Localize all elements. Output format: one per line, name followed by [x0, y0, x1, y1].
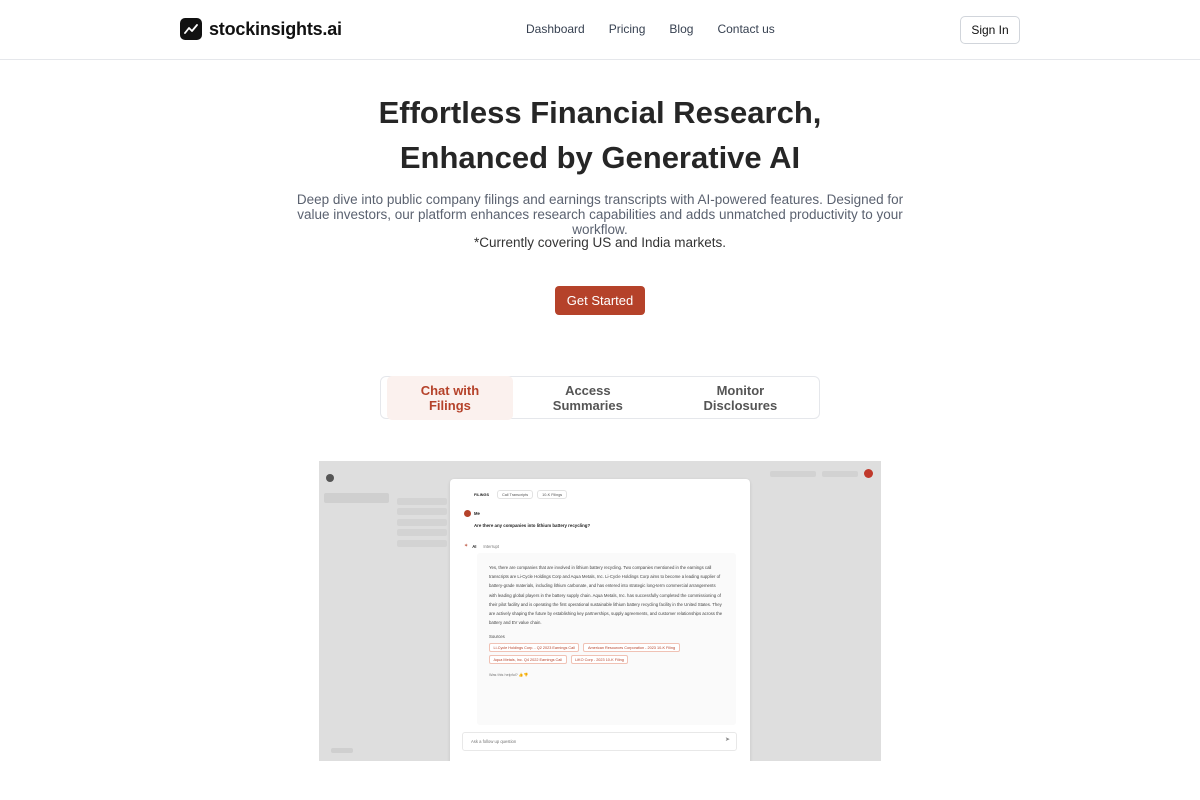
- tab-access-summaries[interactable]: Access Summaries: [518, 376, 658, 420]
- sign-in-button[interactable]: Sign In: [960, 16, 1020, 44]
- hero-subtitle: Deep dive into public company filings an…: [296, 192, 904, 237]
- source-chip[interactable]: Aqua Metals, Inc. Q4 2022 Earnings Call: [489, 655, 567, 665]
- markets-note: *Currently covering US and India markets…: [473, 235, 727, 250]
- ai-label: AI: [472, 543, 477, 549]
- chat-card: FILINGS Call Transcripts 10-K Filings Me…: [450, 479, 750, 761]
- ai-answer: Yes, there are companies that are involv…: [477, 553, 736, 725]
- nav-contact[interactable]: Contact us: [717, 22, 774, 36]
- product-preview: FILINGS Call Transcripts 10-K Filings Me…: [319, 461, 881, 761]
- user-question: Are there any companies into lithium bat…: [474, 523, 591, 528]
- thumbs-down-icon[interactable]: 👎: [524, 673, 529, 677]
- feature-tabs: Chat with Filings Access Summaries Monit…: [380, 375, 820, 420]
- preview-list-item: [397, 529, 447, 536]
- chat-card-tabs: FILINGS Call Transcripts 10-K Filings: [470, 490, 568, 499]
- hero-title-line2: Enhanced by Generative AI: [399, 140, 801, 175]
- sparkle-icon: ✶: [464, 543, 469, 549]
- preview-topbar: [770, 469, 873, 478]
- source-chips: Li-Cycle Holdings Corp. - Q2 2023 Earnin…: [489, 643, 729, 665]
- nav-blog[interactable]: Blog: [669, 22, 693, 36]
- user-label: Me: [474, 511, 480, 516]
- preview-sidebar-item: [324, 524, 389, 534]
- chart-trend-icon: [180, 18, 202, 40]
- source-chip[interactable]: LiKO Corp - 2023 10-K Filing: [570, 655, 629, 665]
- followup-input[interactable]: [462, 732, 737, 751]
- preview-list-item: [397, 539, 447, 547]
- preview-sidebar-item: [324, 540, 389, 550]
- preview-sidebar-item: [324, 493, 389, 503]
- preview-list-item: [397, 497, 447, 505]
- preview-search-bar: [770, 470, 816, 477]
- source-chip[interactable]: American Resources Corporation - 2023 10…: [583, 643, 680, 653]
- preview-list-item: [397, 518, 447, 526]
- tab-chat-with-filings[interactable]: Chat with Filings: [387, 375, 513, 420]
- preview-list-column: [397, 494, 447, 550]
- get-started-button[interactable]: Get Started: [555, 286, 645, 315]
- hero-title-line1: Effortless Financial Research,: [378, 95, 822, 130]
- preview-list-item: [397, 508, 447, 515]
- chat-tab-filings[interactable]: FILINGS: [470, 491, 493, 498]
- logo[interactable]: stockinsights.ai: [180, 18, 342, 40]
- chat-tab-10k-filings[interactable]: 10-K Filings: [537, 490, 568, 499]
- preview-sidebar-item: [324, 509, 389, 519]
- ai-message-header: ✶ AI Interrupt: [464, 543, 499, 549]
- preview-sidebar-item: [324, 571, 389, 581]
- main-nav: Dashboard Pricing Blog Contact us: [526, 22, 775, 36]
- chat-tab-call-transcripts[interactable]: Call Transcripts: [496, 490, 534, 499]
- nav-pricing[interactable]: Pricing: [609, 22, 646, 36]
- feedback-row: Was this helpful? 👍👎: [489, 672, 724, 677]
- ai-answer-text: Yes, there are companies that are involv…: [489, 565, 723, 626]
- preview-sidebar: [324, 493, 389, 586]
- nav-dashboard[interactable]: Dashboard: [526, 22, 585, 36]
- preview-sidebar-item: [324, 555, 389, 565]
- sources-label: Sources: [489, 634, 505, 640]
- interrupt-button[interactable]: Interrupt: [483, 544, 499, 549]
- tab-monitor-disclosures[interactable]: Monitor Disclosures: [668, 376, 813, 420]
- helpful-label: Was this helpful?: [489, 673, 518, 678]
- preview-footer-item: [331, 748, 353, 753]
- source-chip[interactable]: Li-Cycle Holdings Corp. - Q2 2023 Earnin…: [489, 643, 580, 653]
- preview-app-logo: [326, 474, 334, 482]
- preview-user-name: [822, 470, 858, 477]
- user-avatar: [464, 510, 471, 517]
- logo-text: stockinsights.ai: [209, 18, 342, 39]
- preview-avatar: [864, 469, 873, 478]
- user-message-header: Me: [464, 510, 480, 517]
- top-header: stockinsights.ai Dashboard Pricing Blog …: [0, 0, 1200, 60]
- send-icon[interactable]: ➤: [725, 736, 730, 743]
